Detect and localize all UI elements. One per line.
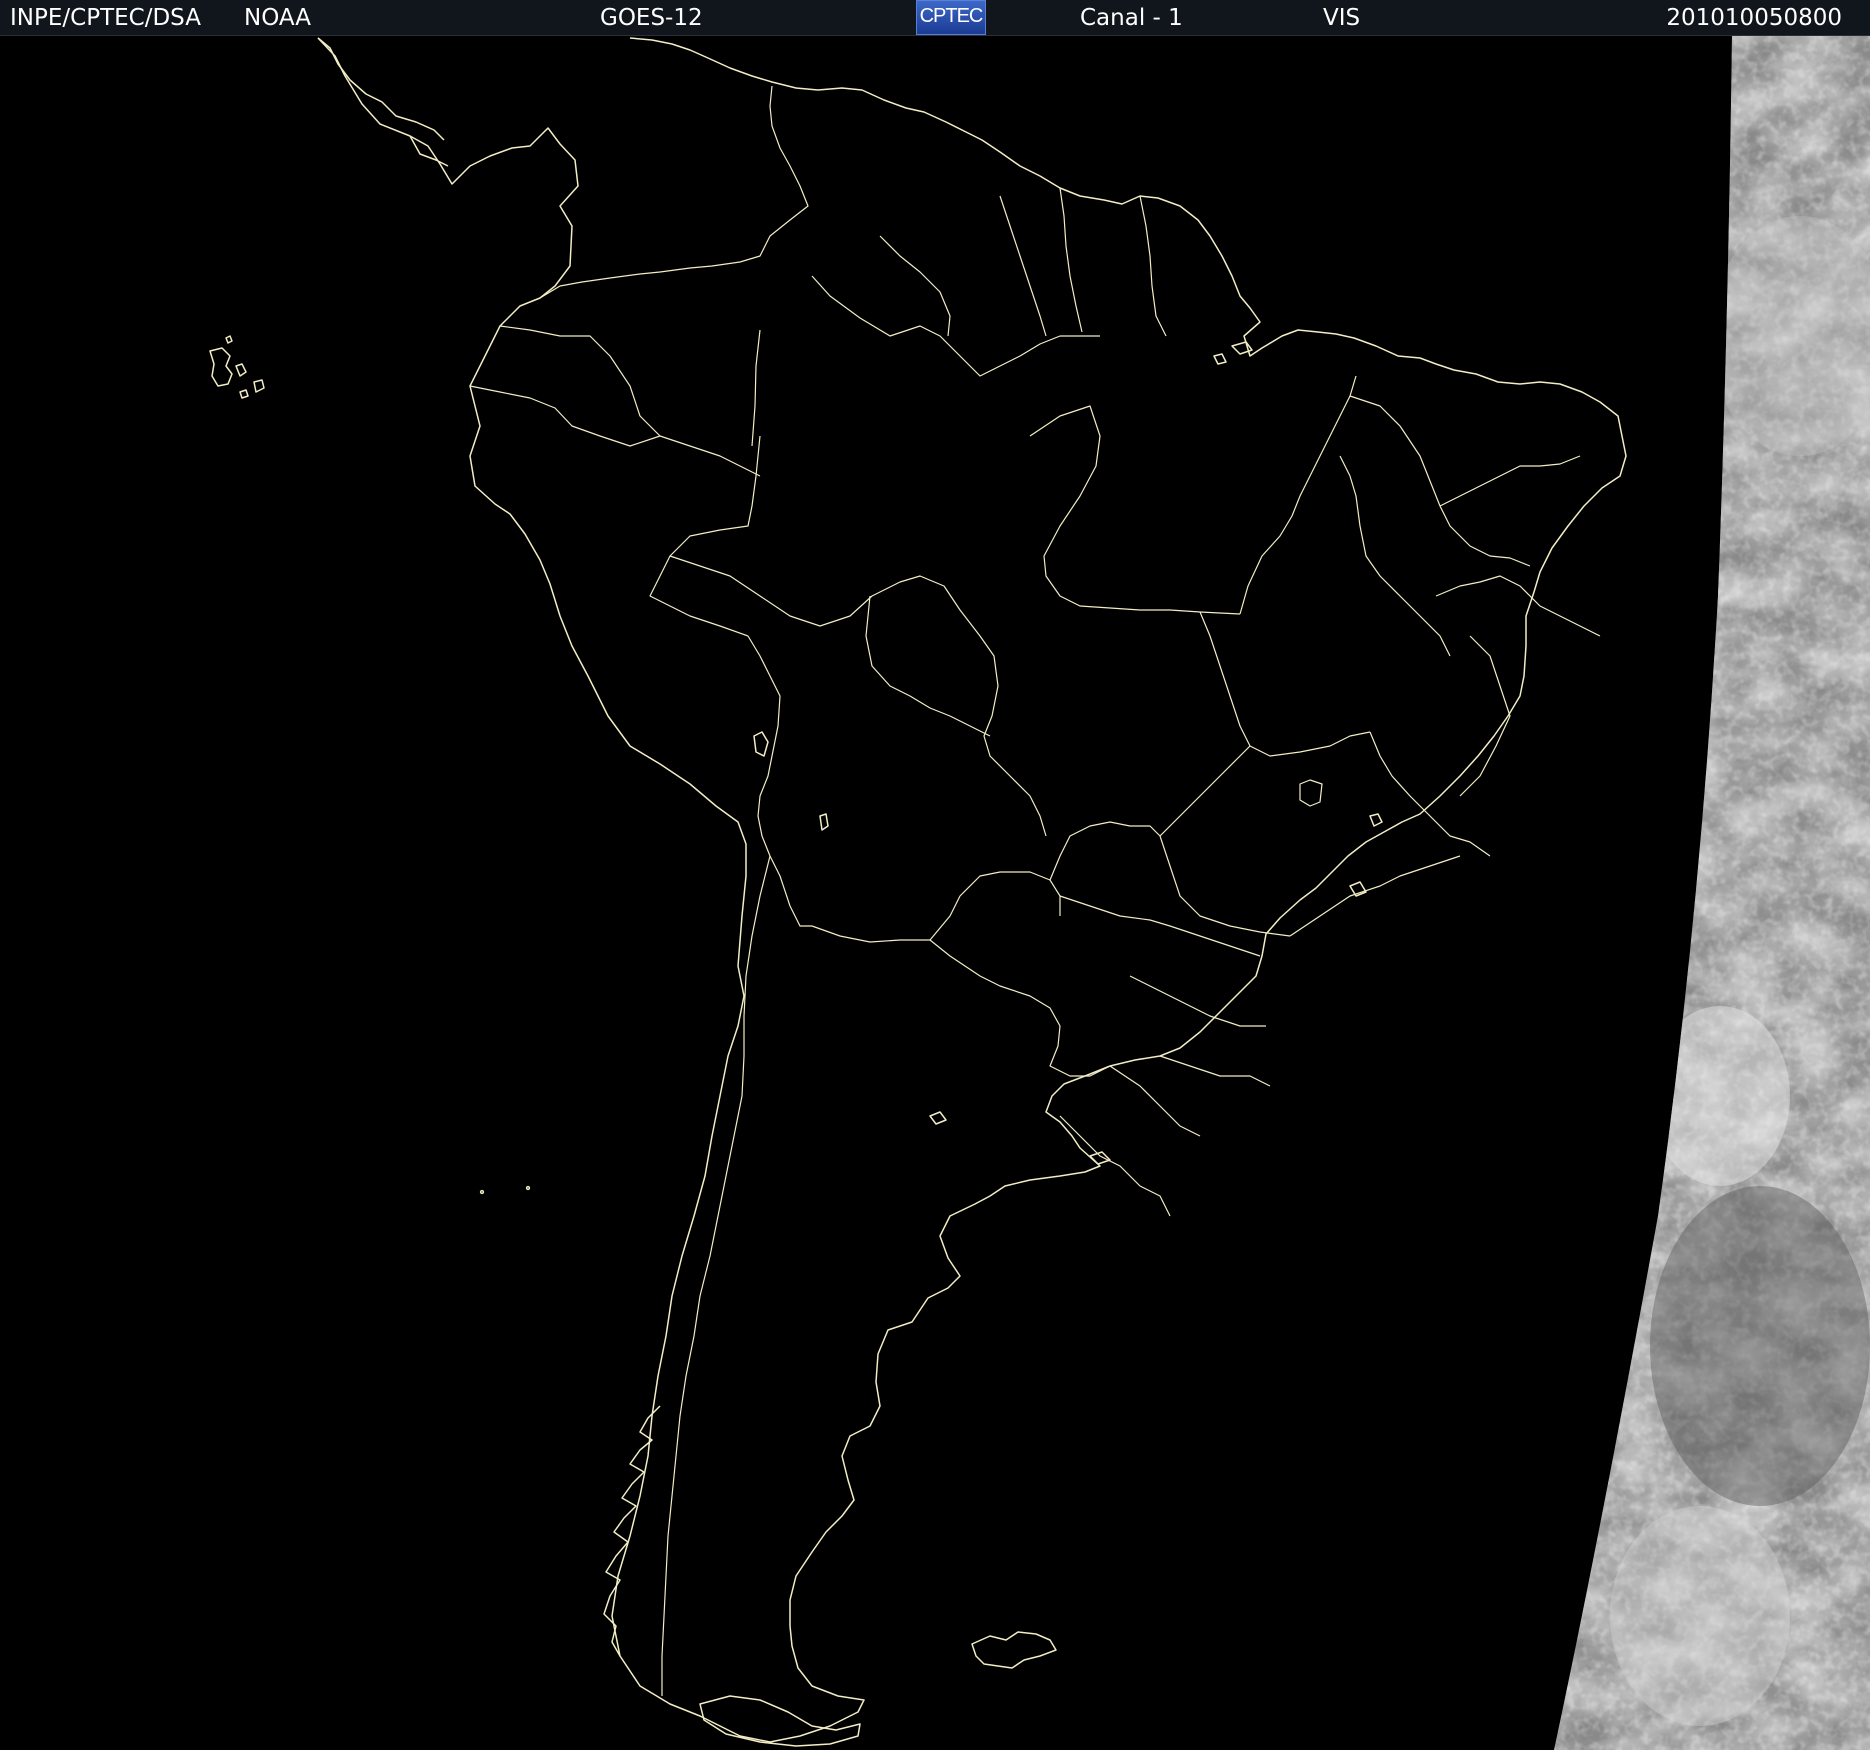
country-borders xyxy=(469,85,1171,1696)
logo-text: CPTEC xyxy=(919,5,984,27)
cloud-imagery xyxy=(1554,36,1870,1750)
agency-label: NOAA xyxy=(244,5,312,31)
timestamp-label: 201010050800 xyxy=(1666,5,1842,31)
coastline-mainland xyxy=(317,37,1627,1743)
brazil-state-borders xyxy=(1029,375,1601,1137)
galapagos-islands xyxy=(209,335,265,399)
channel-label: Canal - 1 xyxy=(1080,5,1183,31)
band-label: VIS xyxy=(1323,5,1361,31)
organization-label: INPE/CPTEC/DSA xyxy=(10,5,201,31)
cptec-logo: CPTEC xyxy=(916,0,986,35)
satellite-map xyxy=(0,36,1870,1750)
falkland-islands xyxy=(971,1631,1057,1669)
tierra-del-fuego xyxy=(699,1695,861,1747)
map-svg xyxy=(209,36,1870,1750)
satellite-label: GOES-12 xyxy=(600,5,703,31)
pacific-islets xyxy=(479,1185,531,1195)
header-bar: INPE/CPTEC/DSA NOAA GOES-12 CPTEC Canal … xyxy=(0,0,1870,36)
lakes xyxy=(753,341,1383,1165)
